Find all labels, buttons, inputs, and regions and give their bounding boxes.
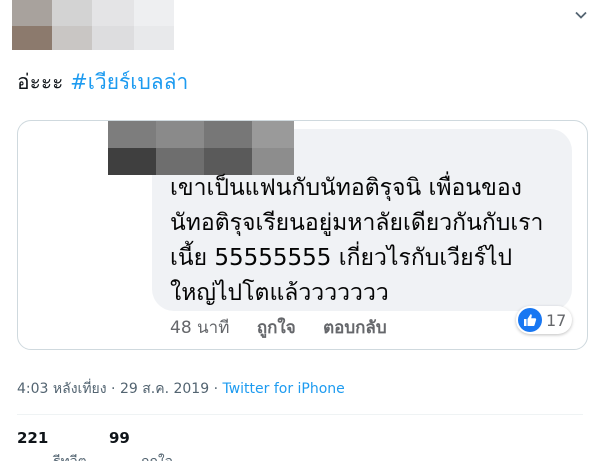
thumbs-up-icon xyxy=(518,308,542,332)
tweet-date[interactable]: 29 ส.ค. 2019 xyxy=(120,381,209,397)
censored-author-header xyxy=(12,0,174,50)
like-label: ถูกใจ xyxy=(141,452,173,461)
tweet-text-prefix: อ่ะะะ xyxy=(17,70,64,94)
comment-actions: 48 นาที ถูกใจ ตอบกลับ xyxy=(170,318,409,338)
comment-text: เขาเป็นแฟนกับนัทอติรุจนิ เพื่อนของ นัทอต… xyxy=(170,171,580,311)
tweet-timestamp: 4:03 หลังเที่ยง · 29 ส.ค. 2019 · Twitter… xyxy=(17,379,345,399)
comment-line: เขาเป็นแฟนกับนัทอติรุจนิ เพื่อนของ xyxy=(170,175,522,201)
like-count: 99 xyxy=(109,429,130,447)
retweet-label: รีทวีต xyxy=(53,452,87,461)
reaction-count: 17 xyxy=(546,310,567,330)
chevron-down-icon[interactable] xyxy=(574,8,588,22)
tweet-text: อ่ะะะ #เวียร์เบลล่า xyxy=(17,67,188,97)
censored-commenter-name xyxy=(108,121,294,175)
meta-separator: · xyxy=(111,381,116,397)
comment-time: 48 นาที xyxy=(170,318,230,338)
divider xyxy=(17,414,583,415)
comment-line: เนี้ย 55555555 เกี่ยวไรกับเวียร์ไป xyxy=(170,245,513,271)
comment-reply-action: ตอบกลับ xyxy=(323,318,387,338)
tweet-time[interactable]: 4:03 หลังเที่ยง xyxy=(17,381,107,397)
comment-like-action: ถูกใจ xyxy=(256,318,296,338)
attached-screenshot[interactable]: เขาเป็นแฟนกับนัทอติรุจนิ เพื่อนของ นัทอต… xyxy=(17,120,588,350)
like-stat[interactable]: 99 ถูกใจ xyxy=(109,428,173,461)
retweet-stat[interactable]: 221 รีทวีต xyxy=(17,428,87,461)
comment-line: นัทอติรุจเรียนอยู่มหาลัยเดียวกันกับเรา xyxy=(170,210,544,236)
retweet-count: 221 xyxy=(17,429,49,447)
meta-separator: · xyxy=(213,381,219,397)
comment-line: ใหญ่ไปโตแล้ววววววว xyxy=(170,280,389,306)
tweet-source-link[interactable]: Twitter for iPhone xyxy=(222,381,344,397)
hashtag-link[interactable]: #เวียร์เบลล่า xyxy=(70,70,188,94)
reaction-badge: 17 xyxy=(516,306,573,334)
